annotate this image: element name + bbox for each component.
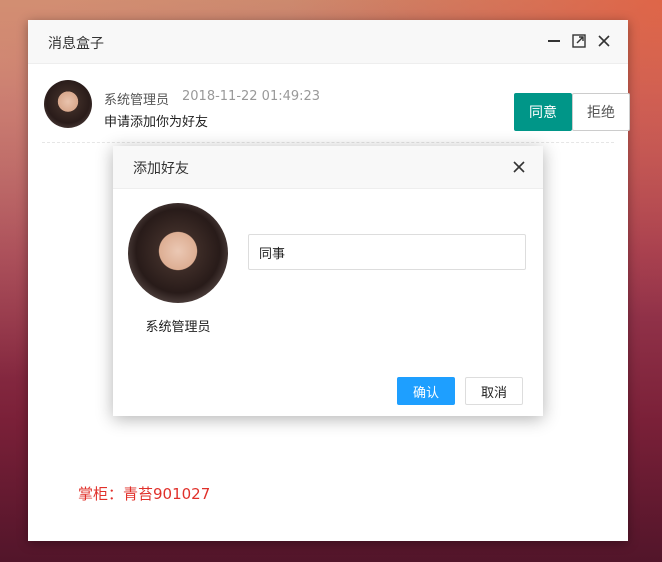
close-icon[interactable] bbox=[596, 33, 612, 49]
dialog-title: 添加好友 bbox=[133, 161, 189, 177]
cancel-button[interactable]: 取消 bbox=[465, 377, 523, 405]
confirm-button[interactable]: 确认 bbox=[397, 377, 455, 405]
agree-button[interactable]: 同意 bbox=[514, 93, 572, 131]
remark-input[interactable] bbox=[248, 234, 526, 270]
minimize-icon[interactable] bbox=[546, 33, 562, 49]
close-icon[interactable] bbox=[511, 159, 527, 175]
sender-name[interactable]: 系统管理员 bbox=[104, 89, 169, 108]
window-title: 消息盒子 bbox=[48, 36, 104, 52]
message-text: 申请添加你为好友 bbox=[104, 115, 209, 130]
message-time: 2018-11-22 01:49:23 bbox=[182, 89, 321, 104]
window-header[interactable]: 消息盒子 bbox=[28, 20, 628, 64]
user-name: 系统管理员 bbox=[145, 320, 211, 335]
maximize-icon[interactable] bbox=[571, 33, 587, 49]
window-controls bbox=[546, 33, 612, 49]
message-item: 系统管理员 2018-11-22 01:49:23 申请添加你为好友 同意 拒绝 bbox=[42, 64, 630, 143]
add-friend-dialog: 添加好友 系统管理员 确认 取消 bbox=[113, 146, 543, 416]
refuse-button[interactable]: 拒绝 bbox=[572, 93, 630, 131]
sender-avatar[interactable] bbox=[44, 80, 92, 128]
user-avatar bbox=[128, 203, 228, 303]
footer-text: 掌柜：青苔901027 bbox=[78, 485, 211, 503]
dialog-header[interactable]: 添加好友 bbox=[113, 146, 543, 189]
